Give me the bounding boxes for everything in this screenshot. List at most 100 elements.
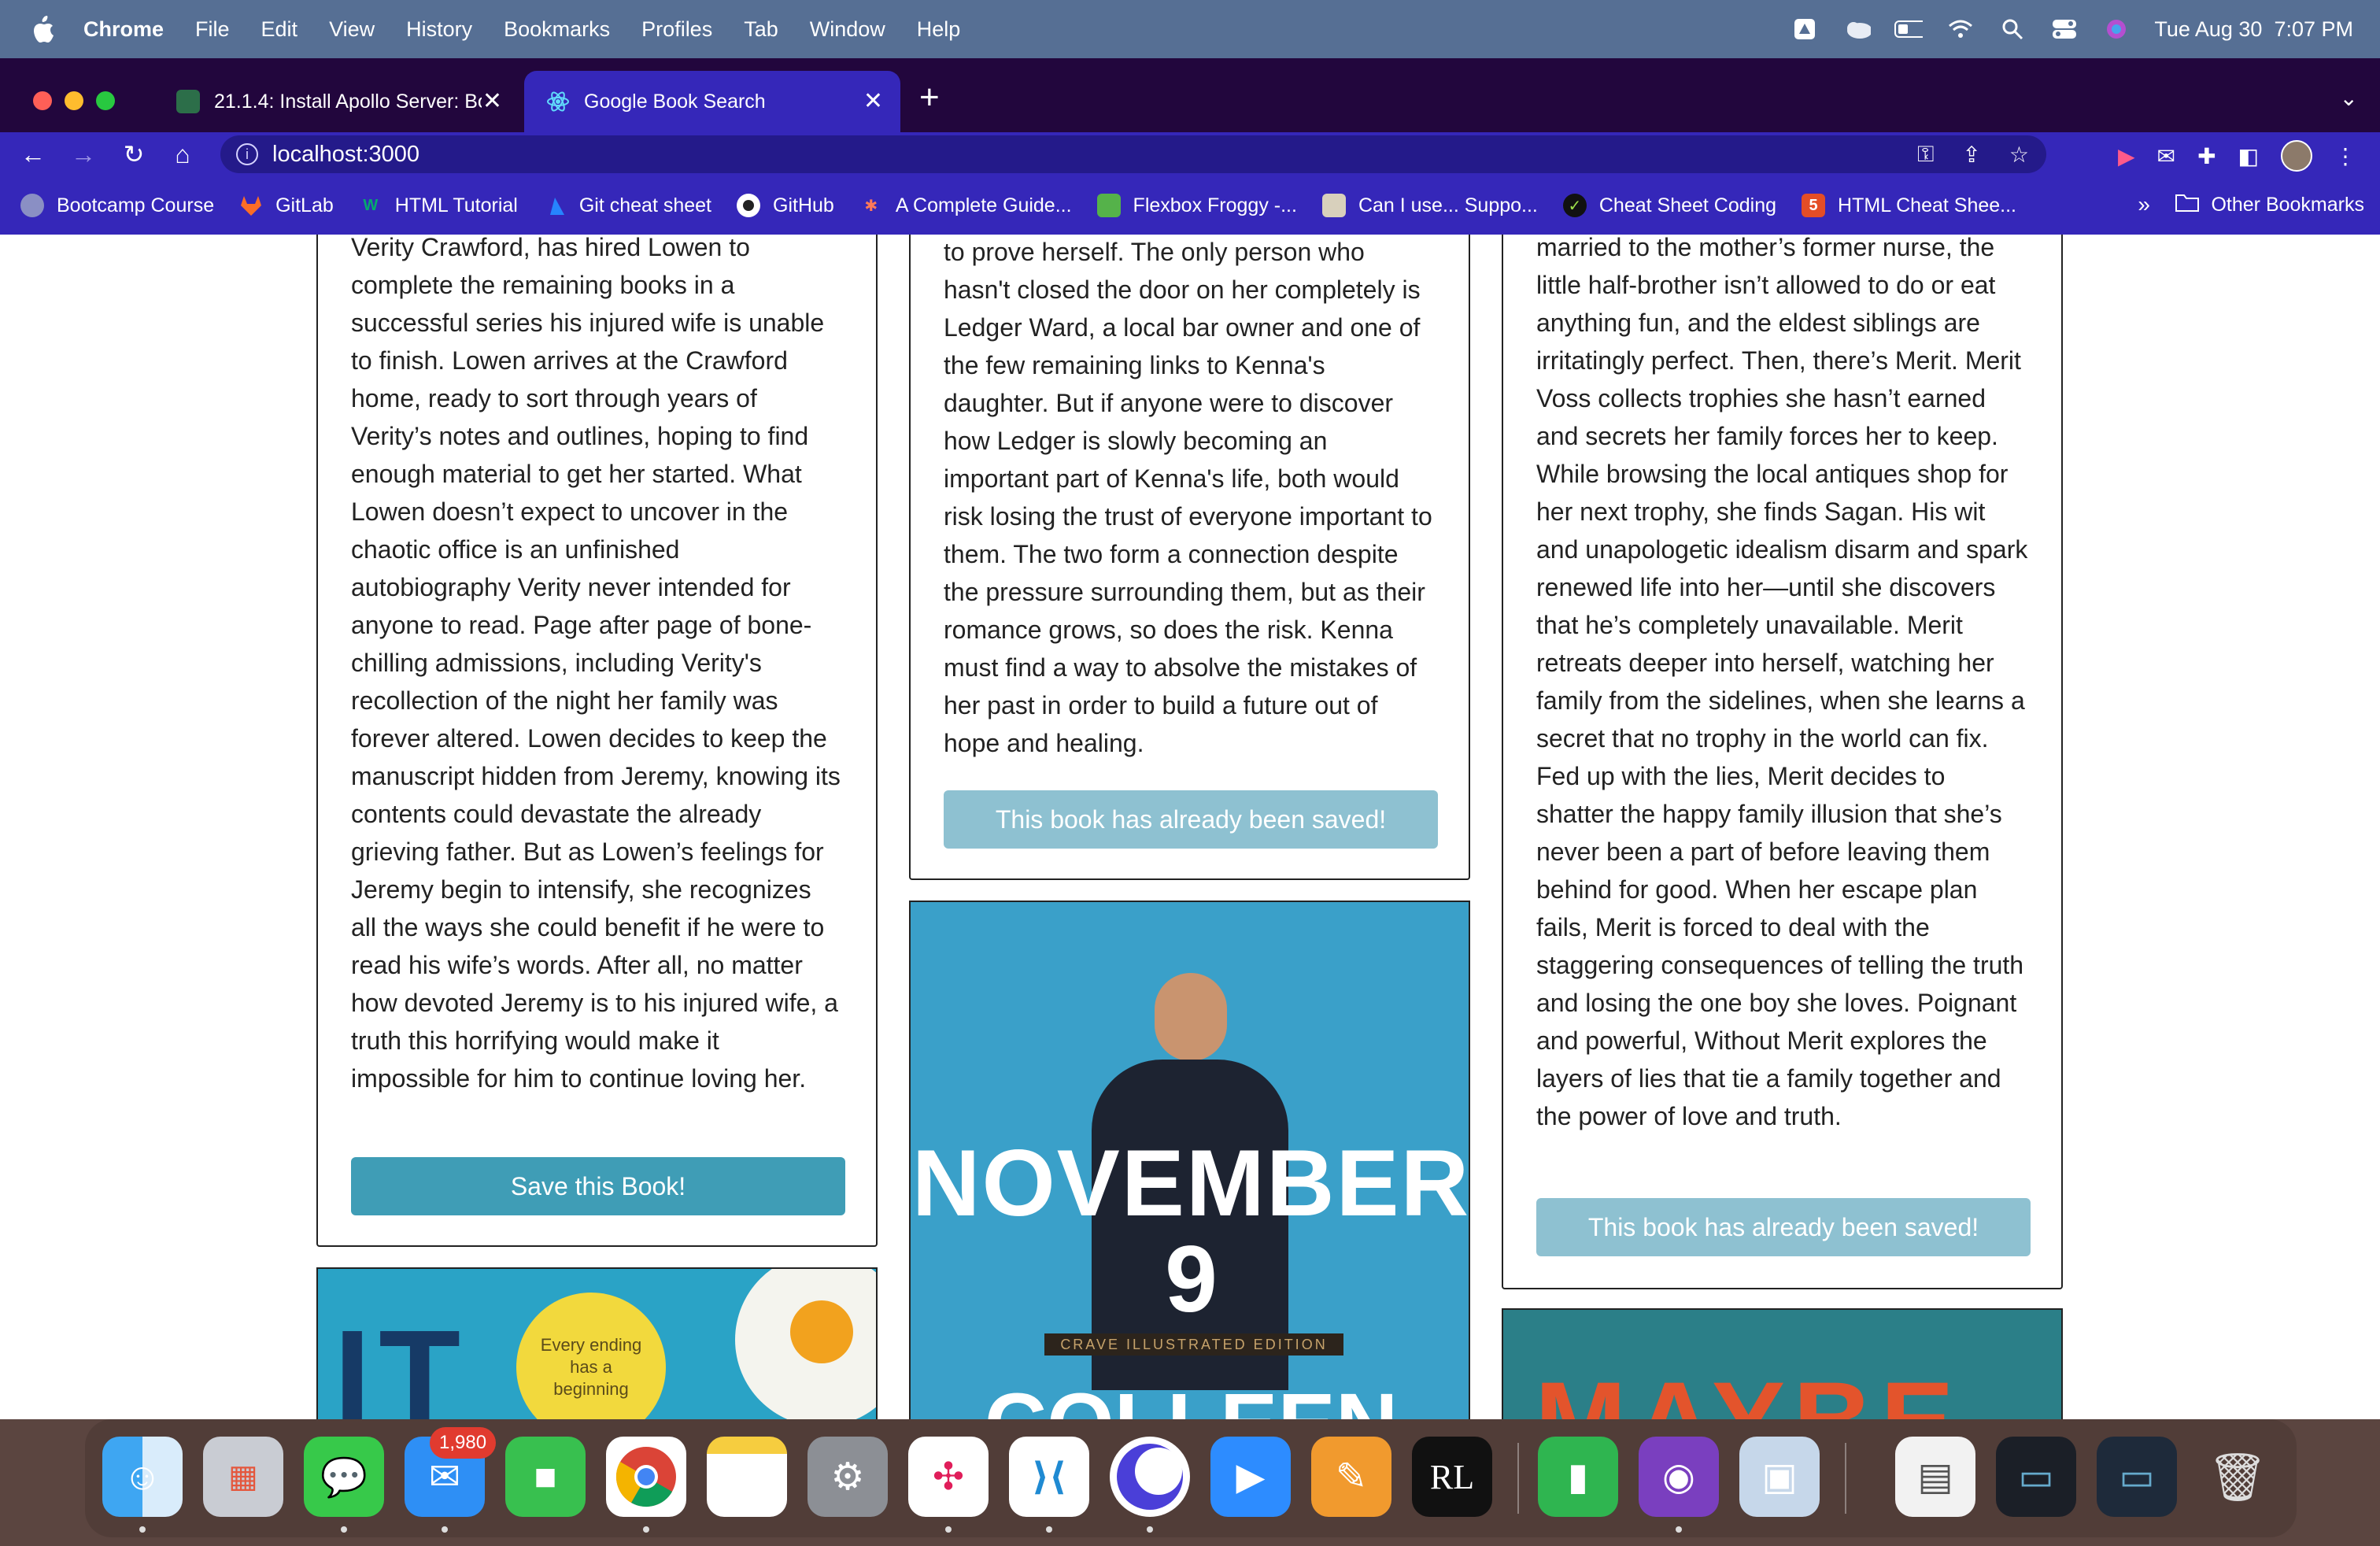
tab-title: 21.1.4: Install Apollo Server: Bo: [214, 90, 482, 113]
messages-icon[interactable]: 💬: [304, 1437, 384, 1517]
forward-arrow-icon[interactable]: →: [66, 132, 101, 176]
address-url[interactable]: localhost:3000: [272, 142, 419, 168]
book-saved-button[interactable]: This book has already been saved!: [1536, 1198, 2031, 1256]
tab-apollo-server[interactable]: 21.1.4: Install Apollo Server: Bo ✕: [154, 71, 519, 132]
book-saved-button[interactable]: This book has already been saved!: [944, 790, 1438, 849]
spotlight-search-icon[interactable]: [1998, 17, 2027, 41]
extension-video-icon[interactable]: ▶: [2118, 143, 2135, 169]
book-card: Verity Crawford, has hired Lowen to comp…: [316, 235, 878, 1247]
menu-file[interactable]: File: [195, 17, 230, 42]
menubar-clock[interactable]: Tue Aug 30 7:07 PM: [2154, 17, 2353, 42]
vscode-icon[interactable]: ⟩⟨: [1009, 1437, 1089, 1517]
bookmark-label: A Complete Guide...: [895, 194, 1072, 216]
window-close-button[interactable]: [33, 91, 52, 110]
cheat-sheet-icon: ✓: [1562, 194, 1587, 217]
menu-history[interactable]: History: [406, 17, 472, 42]
trash-icon[interactable]: 🗑: [2197, 1437, 2278, 1517]
control-center-icon[interactable]: [2050, 17, 2079, 41]
address-bar[interactable]: i localhost:3000 ⚿ ⇪ ☆: [220, 135, 2046, 173]
share-icon[interactable]: ⇪: [1962, 142, 1980, 168]
menu-profiles[interactable]: Profiles: [641, 17, 712, 42]
menu-bookmarks[interactable]: Bookmarks: [504, 17, 610, 42]
mail-unread-badge: 1,980: [430, 1427, 497, 1459]
bookmark-star-icon[interactable]: ☆: [2009, 142, 2029, 168]
terminal-window-icon[interactable]: ▭: [1996, 1437, 2076, 1517]
bookmark-html-cheat-sheet[interactable]: 5 HTML Cheat Shee...: [1802, 194, 2016, 217]
cover-title-text: MAYBE: [1535, 1357, 1962, 1419]
bookmark-html-tutorial[interactable]: W HTML Tutorial: [359, 194, 518, 217]
drive-icon[interactable]: [1791, 17, 1819, 41]
numbers-icon[interactable]: ▮: [1538, 1437, 1618, 1517]
browser-toolbar: ← → ↻ ⌂ i localhost:3000 ⚿ ⇪ ☆ ▶ ✉ ✚ ◧ ⋮: [0, 132, 2380, 176]
book-card: to prove herself. The only person who ha…: [909, 235, 1470, 880]
bookmark-label: HTML Tutorial: [394, 194, 518, 216]
bookmark-github[interactable]: GitHub: [737, 194, 834, 217]
other-bookmarks-folder[interactable]: Other Bookmarks: [2175, 192, 2364, 218]
menu-edit[interactable]: Edit: [261, 17, 298, 42]
preview-icon[interactable]: ▣: [1739, 1437, 1820, 1517]
bookmark-can-i-use[interactable]: Can I use... Suppo...: [1321, 194, 1538, 217]
extensions-puzzle-icon[interactable]: ✚: [2197, 143, 2216, 169]
github-icon: [737, 194, 760, 217]
github-desktop-icon[interactable]: ◉: [1639, 1437, 1719, 1517]
reload-icon[interactable]: ↻: [116, 132, 151, 176]
notes-icon[interactable]: [707, 1437, 787, 1517]
slack-icon[interactable]: ✣: [908, 1437, 989, 1517]
side-panel-icon[interactable]: ◧: [2238, 143, 2259, 169]
react-favicon-icon: [546, 90, 570, 113]
facetime-icon[interactable]: ■: [505, 1437, 586, 1517]
vscode-window-icon[interactable]: ▭: [2097, 1437, 2177, 1517]
bookmark-git-cheat-sheet[interactable]: Git cheat sheet: [543, 194, 711, 217]
home-icon[interactable]: ⌂: [165, 132, 200, 176]
menu-view[interactable]: View: [329, 17, 375, 42]
cover-sticker: Every ending has a beginning: [516, 1293, 666, 1419]
bookmark-complete-guide[interactable]: ✱ A Complete Guide...: [859, 194, 1072, 217]
book-cover-image: MAYBE: [1502, 1308, 2063, 1419]
close-tab-icon[interactable]: ✕: [482, 90, 502, 113]
profile-avatar[interactable]: [2281, 140, 2312, 172]
chrome-icon[interactable]: [606, 1437, 686, 1517]
bookmark-flexbox-froggy[interactable]: Flexbox Froggy -...: [1096, 194, 1297, 217]
system-preferences-icon[interactable]: ⚙: [808, 1437, 888, 1517]
menu-tab[interactable]: Tab: [744, 17, 778, 42]
rl-app-icon[interactable]: RL: [1412, 1437, 1492, 1517]
menu-window[interactable]: Window: [810, 17, 885, 42]
apple-icon[interactable]: [31, 15, 60, 43]
bookmark-label: Can I use... Suppo...: [1358, 194, 1538, 216]
documents-stack-icon[interactable]: ▤: [1895, 1437, 1975, 1517]
wifi-icon[interactable]: [1946, 17, 1975, 41]
frog-icon: [1096, 194, 1121, 217]
close-tab-icon[interactable]: ✕: [863, 90, 883, 113]
html5-icon: 5: [1802, 194, 1826, 217]
battery-icon[interactable]: [1894, 17, 1924, 41]
chrome-menu-kebab-icon[interactable]: ⋮: [2334, 143, 2356, 169]
zoom-icon[interactable]: ▶: [1210, 1437, 1291, 1517]
site-info-icon[interactable]: i: [236, 143, 258, 165]
macos-menubar: Chrome File Edit View History Bookmarks …: [0, 0, 2380, 58]
bookmark-label: GitHub: [773, 194, 834, 216]
siri-icon[interactable]: [2102, 17, 2131, 41]
tab-google-book-search[interactable]: Google Book Search ✕: [524, 71, 900, 132]
new-tab-plus-icon[interactable]: +: [919, 80, 940, 115]
bookmark-bootcamp-course[interactable]: Bootcamp Course: [20, 194, 214, 217]
launchpad-icon[interactable]: ▦: [203, 1437, 283, 1517]
menu-app-name[interactable]: Chrome: [83, 17, 164, 42]
bookmark-label: Git cheat sheet: [578, 194, 711, 216]
bookmark-cheat-sheet-coding[interactable]: ✓ Cheat Sheet Coding: [1562, 194, 1776, 217]
cloud-icon[interactable]: [1842, 17, 1872, 41]
window-zoom-button[interactable]: [96, 91, 115, 110]
back-arrow-icon[interactable]: ←: [16, 132, 50, 176]
window-minimize-button[interactable]: [65, 91, 83, 110]
extension-mail-icon[interactable]: ✉: [2157, 143, 2175, 169]
menu-help[interactable]: Help: [917, 17, 961, 42]
password-key-icon[interactable]: ⚿: [1917, 142, 1934, 168]
tab-search-chevron-icon[interactable]: ⌄: [2340, 85, 2358, 111]
save-book-button[interactable]: Save this Book!: [351, 1157, 845, 1215]
night-app-icon[interactable]: [1110, 1437, 1190, 1517]
book-cover-image: NOVEMBER 9 CRAVE ILLUSTRATED EDITION COL…: [909, 901, 1470, 1419]
finder-icon[interactable]: ☺: [102, 1437, 183, 1517]
book-description: married to the mother’s former nurse, th…: [1536, 235, 2028, 1130]
bookmarks-overflow-chevron[interactable]: »: [2138, 192, 2150, 217]
pages-icon[interactable]: ✎: [1311, 1437, 1391, 1517]
bookmark-gitlab[interactable]: GitLab: [239, 194, 334, 217]
